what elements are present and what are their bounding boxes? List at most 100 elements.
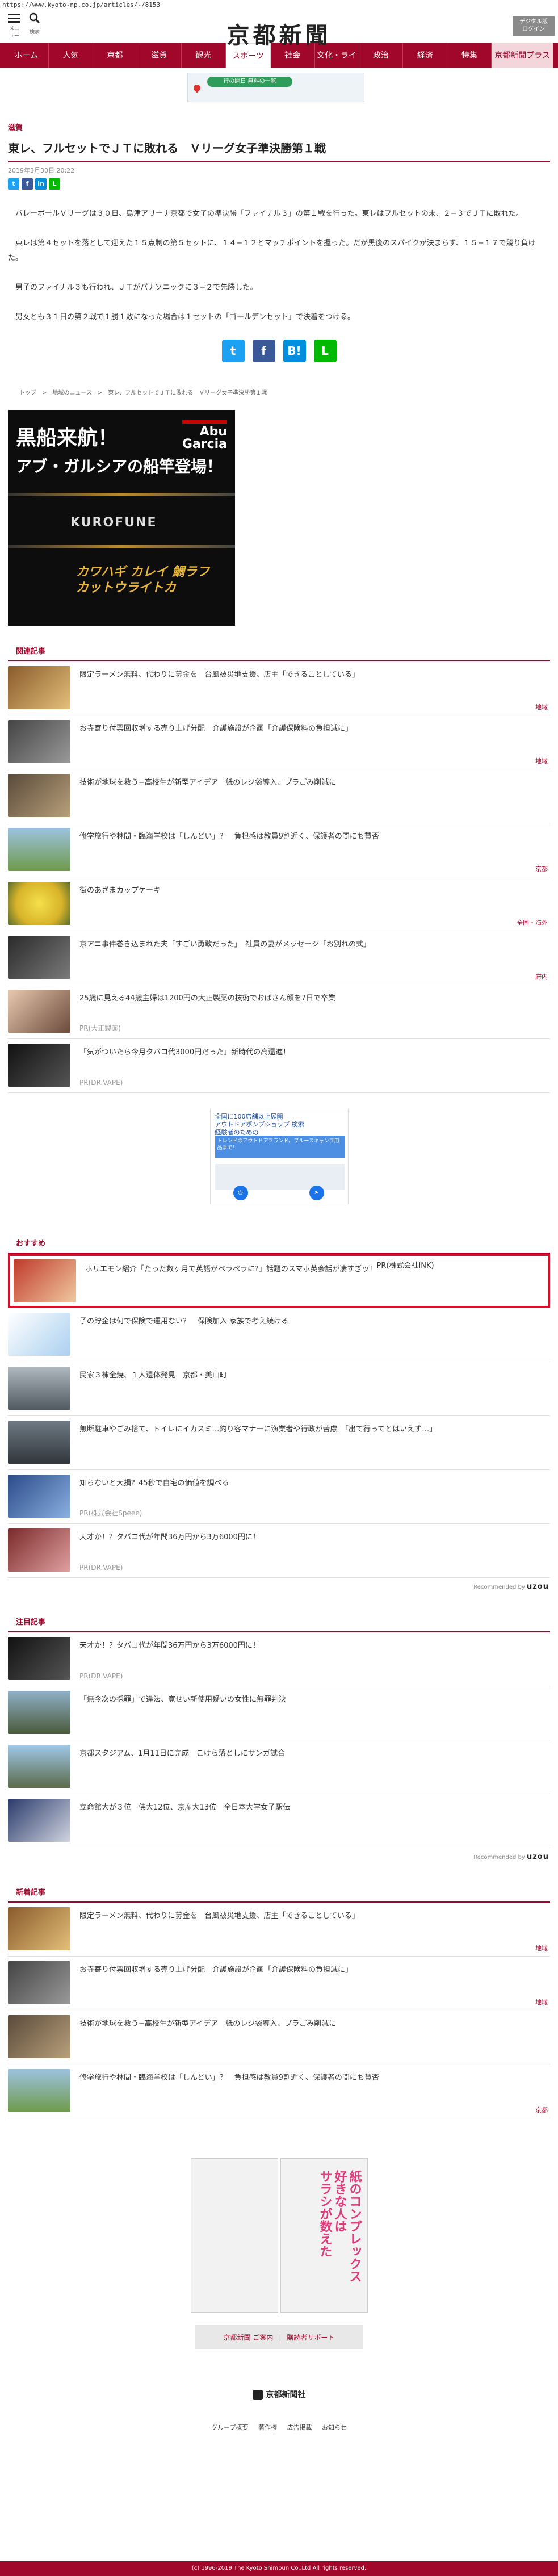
- thumbnail: [8, 1691, 70, 1734]
- manga-ad-text: 紙のコンプレックス 好きな人は サラシが数えた: [317, 2170, 362, 2282]
- ad-map: [215, 1164, 345, 1190]
- item-title: 修学旅行や林間・臨海学校は「しんどい」？ 負担感は教員9割近く、保護者の間にも賛…: [79, 2074, 379, 2082]
- line-share-icon[interactable]: L: [313, 340, 337, 362]
- facebook-share-icon[interactable]: f: [252, 340, 275, 362]
- list-item[interactable]: 街のあざまカップケーキ 全国・海外: [8, 877, 550, 931]
- item-tag: 京都: [535, 2106, 548, 2114]
- list-item[interactable]: 限定ラーメン無料、代わりに募金を 台風被災地支援、店主「できることしている」 地域: [8, 661, 550, 715]
- list-item[interactable]: 技術が地球を救う−高校生が新型アイデア 紙のレジ袋導入、プラごみ削減に: [8, 2010, 550, 2064]
- thumbnail: [8, 2015, 70, 2058]
- list-item[interactable]: 京アニ事件巻き込まれた夫「すごい勇敢だった」 社員の妻がメッセージ「お別れの式」…: [8, 931, 550, 985]
- outdoor-shop-ad[interactable]: 全国に100店舗以上展開 アウトドアポンプショップ 検索 経験者のための トレン…: [209, 1109, 349, 1204]
- list-item[interactable]: 限定ラーメン無料、代わりに募金を 台風被災地支援、店主「できることしている」 地域: [8, 1903, 550, 1957]
- hatena-share-icon[interactable]: B!: [283, 340, 306, 362]
- item-tag: 府内: [535, 973, 548, 981]
- list-item[interactable]: 「気がついたら今月タバコ代3000円だった」新時代の高還進！ PR(DR.VAPE…: [8, 1039, 550, 1093]
- article-date: 2019年3月30日 20:22: [8, 167, 75, 174]
- digital-login-button[interactable]: デジタル版 ログイン: [513, 16, 555, 36]
- list-item[interactable]: 知らないと大損？45秒で自宅の価値を調べる PR(株式会社Speee): [8, 1470, 550, 1524]
- ad-product-sub: カワハギ カレイ 鯛ラフ カットウライトカ: [76, 565, 210, 595]
- footer-links-box: 京都新聞 ご案内 | 購読者サポート: [195, 2325, 363, 2349]
- list-item[interactable]: 天才か！？タバコ代が年間36万円から3万6000円に！ PR(DR.VAPE): [8, 1632, 550, 1686]
- section-heading: 関連記事: [8, 645, 550, 661]
- ad-subheadline: アブ・ガルシアの船竿登場！: [16, 457, 223, 476]
- thumbnail: [8, 990, 70, 1033]
- item-title: 子の貯金は何で保険で運用ない？ 保険加入 家族で考え続ける: [79, 1317, 289, 1326]
- route-button[interactable]: ➤: [309, 1186, 324, 1200]
- site-header: メニュー 検索 京都新聞 デジタル版 ログイン: [0, 10, 558, 49]
- sponsor-label: PR(DR.VAPE): [79, 1079, 123, 1087]
- article-paragraph: 東レは第４セットを落として迎えた１５点制の第５セットに、１４−１２とマッチポイン…: [8, 239, 536, 262]
- item-tag: 地域: [535, 703, 548, 711]
- rod-graphic: [8, 493, 235, 496]
- map-ad[interactable]: 行の開日 無料の一覧: [187, 73, 364, 102]
- recommended-by-label: Recommended by: [473, 1854, 525, 1861]
- sponsor-label: PR(DR.VAPE): [79, 1672, 123, 1680]
- breadcrumb[interactable]: トップ > 地域のニュース > 東レ、フルセットでＪＴに敗れる Ｖリーグ女子準決…: [0, 385, 558, 402]
- list-item[interactable]: 立命館大が３位 佛大12位、京産大13位 全日本大学女子駅伝: [8, 1794, 550, 1848]
- manga-panel-right: 紙のコンプレックス 好きな人は サラシが数えた: [280, 2158, 368, 2313]
- list-item[interactable]: 「無今次の採罪」で違法、寛せい新使用疑いの女性に無罪判決: [8, 1686, 550, 1740]
- list-item[interactable]: 天才か！？タバコ代が年間36万円から3万6000円に！ PR(DR.VAPE): [8, 1524, 550, 1578]
- item-title: 民家３棟全焼、１人遺体発見 京都・美山町: [79, 1371, 228, 1380]
- subscriber-support-link[interactable]: 購読者サポート: [287, 2332, 334, 2342]
- manga-panel-left: [190, 2158, 278, 2313]
- ad-headline: 黒船来航！: [16, 426, 119, 450]
- sponsor-label: PR(大正製薬): [79, 1024, 121, 1032]
- manga-ad[interactable]: 紙のコンプレックス 好きな人は サラシが数えた: [190, 2158, 368, 2313]
- item-title: 技術が地球を救う−高校生が新型アイデア 紙のレジ袋導入、プラごみ削減に: [79, 778, 337, 787]
- list-item[interactable]: 技術が地球を救う−高校生が新型アイデア 紙のレジ袋導入、プラごみ削減に: [8, 769, 550, 823]
- thumbnail: [8, 666, 70, 709]
- article-paragraph: バレーボールＶリーグは３０日、島津アリーナ京都で女子の準決勝「ファイナル３」の第…: [15, 210, 523, 218]
- list-item[interactable]: 民家３棟全焼、１人遺体発見 京都・美山町: [8, 1362, 550, 1416]
- footer-logo[interactable]: 京都新聞社: [0, 2389, 558, 2400]
- list-item[interactable]: 子の貯金は何で保険で運用ない？ 保険加入 家族で考え続ける: [8, 1308, 550, 1362]
- footer-links[interactable]: グループ概要 著作権 広告掲載 お知らせ: [0, 2423, 558, 2432]
- thumbnail: [8, 828, 70, 871]
- sponsor-label: PR(DR.VAPE): [79, 1564, 123, 1572]
- thumbnail: [8, 1421, 70, 1464]
- item-tag: 京都: [535, 865, 548, 873]
- list-item[interactable]: お寺寄り付票回収増する売り上げ分配 介護施設が企画「介護保険料の負担減に」 地域: [8, 715, 550, 769]
- twitter-icon[interactable]: t: [8, 178, 19, 190]
- ad-brand: Abu Garcia: [182, 420, 227, 451]
- thumbnail: [8, 1961, 70, 2004]
- recommended-by[interactable]: Recommended by uzou: [0, 1578, 558, 1595]
- thumbnail: [8, 720, 70, 763]
- address-bar[interactable]: https://www.kyoto-np.co.jp/articles/-/81…: [0, 0, 558, 10]
- twitter-share-icon[interactable]: t: [221, 340, 245, 362]
- article-body: バレーボールＶリーグは３０日、島津アリーナ京都で女子の準決勝「ファイナル３」の第…: [0, 190, 558, 325]
- site-logo[interactable]: 京都新聞: [0, 17, 558, 50]
- list-item[interactable]: 25歳に見える44歳主婦は1200円の大正製薬の技術でおばさん顔を7日で卒業 PR…: [8, 985, 550, 1039]
- list-item[interactable]: お寺寄り付票回収増する売り上げ分配 介護施設が企画「介護保険料の負担減に」 地域: [8, 1957, 550, 2010]
- linkedin-icon[interactable]: in: [35, 178, 47, 190]
- item-title: 「無今次の採罪」で違法、寛せい新使用疑いの女性に無罪判決: [79, 1695, 287, 1704]
- fishing-rod-ad[interactable]: 黒船来航！ アブ・ガルシアの船竿登場！ Abu Garcia KUROFUNE …: [8, 410, 235, 626]
- sponsor-label: PR(株式会社Speee): [79, 1509, 142, 1517]
- guide-link[interactable]: 京都新聞 ご案内: [224, 2332, 274, 2342]
- highlighted-item[interactable]: ホリエモン紹介「たった数ヶ月で英語がペラペラに?」話題のスマホ英会話が凄すぎッ！…: [8, 1254, 550, 1308]
- thumbnail: [8, 774, 70, 817]
- item-title: 街のあざまカップケーキ: [79, 886, 161, 895]
- recommended-articles: おすすめ ホリエモン紹介「たった数ヶ月で英語がペラペラに?」話題のスマホ英会話が…: [0, 1237, 558, 1595]
- list-item[interactable]: 修学旅行や林間・臨海学校は「しんどい」？ 負担感は教員9割近く、保護者の間にも賛…: [8, 823, 550, 877]
- item-title: お寺寄り付票回収増する売り上げ分配 介護施設が企画「介護保険料の負担減に」: [79, 724, 353, 733]
- divider: |: [279, 2333, 282, 2341]
- list-item[interactable]: 修学旅行や林間・臨海学校は「しんどい」？ 負担感は教員9割近く、保護者の間にも賛…: [8, 2064, 550, 2118]
- section-heading: 新着記事: [8, 1886, 550, 1903]
- website-button[interactable]: ◎: [233, 1186, 248, 1200]
- thumbnail: [8, 1907, 70, 1950]
- item-title: 無断駐車やごみ捨て、トイレにイカスミ…釣り客マナーに漁業者や行政が苦慮 「出て行…: [79, 1425, 437, 1434]
- thumbnail: [8, 1637, 70, 1680]
- recommended-by[interactable]: Recommended by uzou: [0, 1848, 558, 1866]
- list-item[interactable]: 無断駐車やごみ捨て、トイレにイカスミ…釣り客マナーに漁業者や行政が苦慮 「出て行…: [8, 1416, 550, 1470]
- company-logo-icon: [252, 2390, 263, 2400]
- article-category[interactable]: 滋賀: [0, 122, 558, 132]
- thumbnail: [14, 1259, 76, 1302]
- facebook-icon[interactable]: f: [22, 178, 33, 190]
- recommended-by-label: Recommended by: [473, 1584, 525, 1590]
- thumbnail: [8, 1367, 70, 1410]
- list-item[interactable]: 京都スタジアム、1月11日に完成 こけら落としにサンガ試合: [8, 1740, 550, 1794]
- line-icon[interactable]: L: [49, 178, 60, 190]
- footer-logo-text: 京都新聞社: [266, 2390, 306, 2399]
